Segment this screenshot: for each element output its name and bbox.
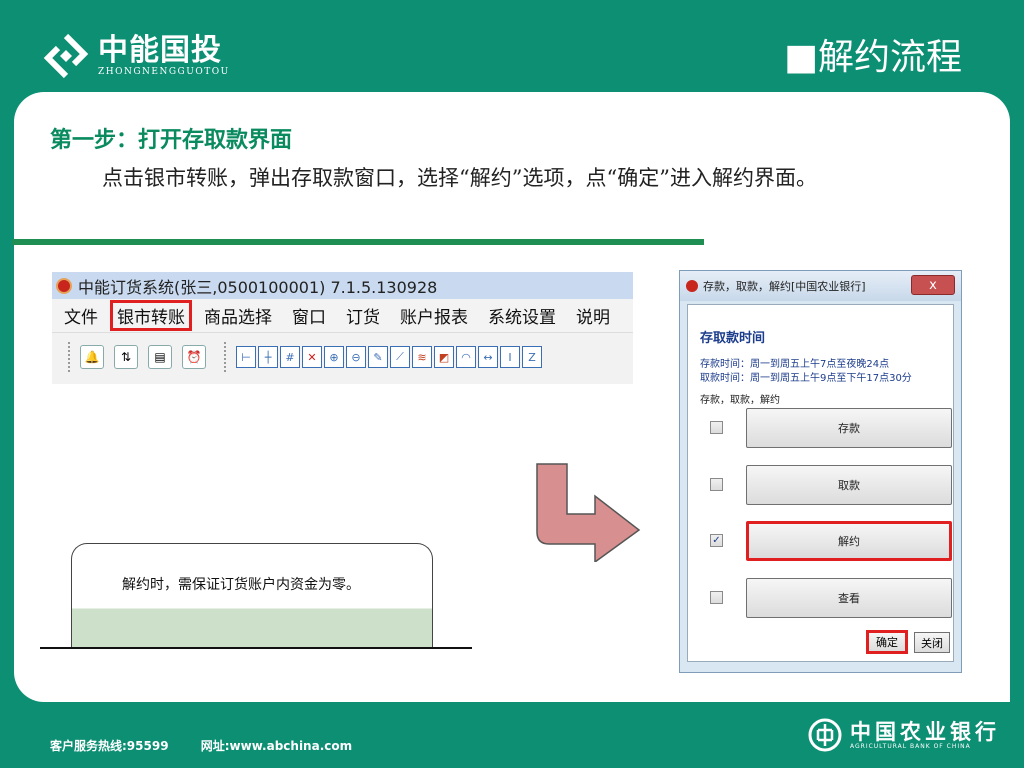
option-row-terminate: ✓ 解约 [700,521,952,561]
app-menubar: 文件 银市转账 商品选择 窗口 订货 账户报表 系统设置 说明 [52,299,633,333]
app-titlebar: 中能订货系统(张三,0500100001) 7.1.5.130928 [52,272,633,299]
abc-bank-icon [808,718,842,752]
cursor-icon[interactable]: ┼ [258,346,278,368]
option-row-deposit: 存款 [700,408,952,448]
crosshair-icon[interactable]: ⊢ [236,346,256,368]
step-description: 点击银市转账，弹出存取款窗口，选择“解约”选项，点“确定”进入解约界面。 [102,166,817,190]
close-icon[interactable]: x [911,275,955,295]
withdraw-time: 取款时间：周一到周五上午9点至下午17点30分 [700,373,912,384]
terminate-button[interactable]: 解约 [746,521,952,561]
dialog-title: 存款，取款，解约[中国农业银行] [703,280,866,293]
text-icon[interactable]: Z [522,346,542,368]
arc-icon[interactable]: ◠ [456,346,476,368]
group-label: 存款，取款，解约 [700,395,780,406]
deposit-button[interactable]: 存款 [746,408,952,448]
bank-chinese-name: 中国农业银行 [850,718,1000,744]
fan-icon[interactable]: ≋ [412,346,432,368]
deposit-withdraw-dialog: 存款，取款，解约[中国农业银行] x 存取款时间 存款时间：周一到周五上午7点至… [679,270,962,673]
option-row-view: 查看 [700,578,952,618]
app-window-screenshot: 中能订货系统(张三,0500100001) 7.1.5.130928 文件 银市… [52,272,633,384]
divider [12,239,704,245]
zoom-in-icon[interactable]: ⊕ [324,346,344,368]
terminate-checkbox[interactable]: ✓ [710,534,723,547]
dialog-body: 存取款时间 存款时间：周一到周五上午7点至夜晚24点 取款时间：周一到周五上午9… [687,304,954,662]
line-icon[interactable]: ⟋ [390,346,410,368]
menu-order[interactable]: 订货 [338,301,388,330]
logo-english-name: ZHONGNENGGUOTOU [98,67,230,77]
pencil-icon[interactable]: ✎ [368,346,388,368]
dialog-app-icon [686,280,698,292]
confirm-button[interactable]: 确定 [866,630,908,654]
brand-logo-icon [43,33,89,79]
website: 网址:www.abchina.com [200,739,353,753]
menu-help[interactable]: 说明 [568,301,618,330]
logo-chinese-name: 中能国投 [98,33,222,68]
menu-product-select[interactable]: 商品选择 [196,301,280,330]
menu-system-settings[interactable]: 系统设置 [480,301,564,330]
withdraw-checkbox[interactable] [710,478,723,491]
section-title: ■解约流程 [783,37,962,78]
hotline: 客户服务热线:95599 [50,739,169,753]
bell-icon[interactable]: 🔔 [80,345,104,369]
grid-icon[interactable]: # [280,346,300,368]
menu-window[interactable]: 窗口 [284,301,334,330]
delete-icon[interactable]: ✕ [302,346,322,368]
app-logo-icon [56,277,72,294]
toolbar-separator [68,342,72,372]
gann-icon[interactable]: ◩ [434,346,454,368]
vertical-line-icon[interactable]: I [500,346,520,368]
view-button[interactable]: 查看 [746,578,952,618]
chart-icon[interactable]: ▤ [148,345,172,369]
note-baseline [40,647,472,649]
header: 中能国投 ZHONGNENGGUOTOU ■解约流程 [0,0,1024,92]
step-title: 第一步：打开存取款界面 [50,127,293,153]
toolbar-separator [224,342,228,372]
deposit-time: 存款时间：周一到周五上午7点至夜晚24点 [700,359,890,370]
brand-logo: 中能国投 ZHONGNENGGUOTOU [40,30,230,82]
close-button[interactable]: 关闭 [914,632,950,653]
menu-bank-transfer[interactable]: 银市转账 [110,300,192,331]
app-title: 中能订货系统(张三,0500100001) 7.1.5.130928 [78,277,438,297]
menu-file[interactable]: 文件 [56,301,106,330]
menu-account-report[interactable]: 账户报表 [392,301,476,330]
app-toolbar: 🔔 ⇅ ▤ ⏰ ⊢ ┼ # ✕ ⊕ ⊖ ✎ ⟋ ≋ ◩ ◠ ↔ I Z [52,333,633,381]
view-checkbox[interactable] [710,591,723,604]
note-text: 解约时，需保证订货账户内资金为零。 [122,577,360,593]
withdraw-button[interactable]: 取款 [746,465,952,505]
note-box: 解约时，需保证订货账户内资金为零。 [71,543,433,648]
horizontal-line-icon[interactable]: ↔ [478,346,498,368]
footer-info: 客户服务热线:95599 网址:www.abchina.com [50,737,380,754]
alarm-icon[interactable]: ⏰ [182,345,206,369]
zoom-out-icon[interactable]: ⊖ [346,346,366,368]
transfer-icon[interactable]: ⇅ [114,345,138,369]
flow-arrow-icon [536,463,641,562]
deposit-checkbox[interactable] [710,421,723,434]
dialog-heading: 存取款时间 [700,331,766,346]
bank-logo: 中国农业银行 AGRICULTURAL BANK OF CHINA [808,718,1000,752]
bank-english-name: AGRICULTURAL BANK OF CHINA [850,742,971,750]
option-row-withdraw: 取款 [700,465,952,505]
